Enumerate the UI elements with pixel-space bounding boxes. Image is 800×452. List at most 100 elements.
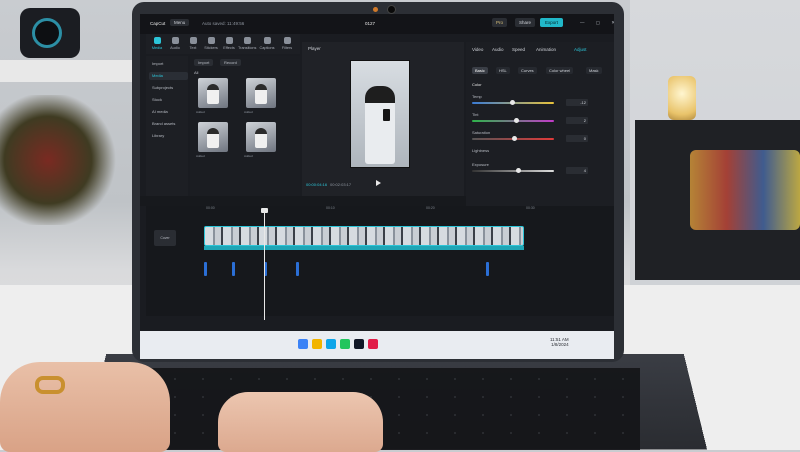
windows-taskbar: 11:51 AM 1/8/2024 <box>140 331 614 359</box>
sidebar-item-subprojects[interactable]: Subprojects <box>149 84 188 92</box>
subtab-mask[interactable]: Mask <box>586 67 602 74</box>
thumbnail-subject <box>255 84 267 104</box>
tool-media[interactable]: Media <box>148 37 166 53</box>
ruler-tick: 00:10 <box>326 206 335 210</box>
subtab-basic[interactable]: Basic <box>472 67 488 74</box>
record-button[interactable]: Record <box>220 59 241 66</box>
camera-led <box>373 7 378 12</box>
window-controls[interactable]: — ▢ ✕ <box>580 20 614 26</box>
media-thumbnail[interactable] <box>246 122 276 152</box>
start-icon[interactable] <box>298 339 308 349</box>
pro-button[interactable]: Pro <box>492 18 508 27</box>
subtab-color-wheel[interactable]: Color wheel <box>546 67 574 74</box>
filters-icon <box>283 37 291 44</box>
left-hand <box>0 362 170 452</box>
temp-value[interactable]: -12 <box>566 99 588 106</box>
app-name: CapCut <box>150 21 166 26</box>
tint-slider[interactable] <box>472 118 554 123</box>
tool-text[interactable]: Text <box>184 37 202 53</box>
play-icon[interactable] <box>376 180 381 186</box>
slider-knob[interactable] <box>516 168 521 173</box>
media-sidebar: Import Media Subprojects Stock AI media … <box>146 56 188 196</box>
thumbnail-caption: Added <box>196 110 205 114</box>
tool-filters[interactable]: Filters <box>278 37 296 53</box>
tint-value[interactable]: 2 <box>566 117 588 124</box>
browser-icon[interactable] <box>326 339 336 349</box>
sidebar-item-ai-media[interactable]: AI media <box>149 108 188 116</box>
video-preview[interactable] <box>350 60 410 168</box>
sidebar-item-media[interactable]: Media <box>149 72 188 80</box>
exposure-value[interactable]: 4 <box>566 167 588 174</box>
audio-clip[interactable] <box>204 262 207 276</box>
lightness-label: Lightness <box>472 148 490 153</box>
ruler-tick: 00:30 <box>526 206 535 210</box>
tool-transitions[interactable]: Transitions <box>238 37 256 53</box>
audio-clip[interactable] <box>296 262 299 276</box>
clock-date: 1/8/2024 <box>551 342 569 347</box>
export-button[interactable]: Export <box>540 18 564 27</box>
slider-knob[interactable] <box>514 118 519 123</box>
timeline-ruler[interactable]: 00:00 00:10 00:20 00:30 <box>186 206 606 214</box>
store-icon[interactable] <box>340 339 350 349</box>
sticker-icon <box>207 37 215 44</box>
playhead[interactable] <box>264 210 265 320</box>
speaker-ring <box>32 18 62 48</box>
project-name: 0127 <box>365 21 376 26</box>
sidebar-item-brand-assets[interactable]: Brand assets <box>149 120 188 128</box>
autosave-status: Auto saved: 11:49:56 <box>202 21 245 26</box>
sidebar-item-library[interactable]: Library <box>149 132 188 140</box>
filter-all[interactable]: All <box>194 70 198 75</box>
current-timecode: 00:00:04:16 <box>306 182 328 187</box>
tool-effects[interactable]: Effects <box>220 37 238 53</box>
thumbnail-subject <box>207 84 219 104</box>
temp-label: Temp <box>472 94 482 99</box>
capcut-icon[interactable] <box>354 339 364 349</box>
media-thumbnail[interactable] <box>198 78 228 108</box>
temp-slider[interactable] <box>472 100 554 105</box>
slider-knob[interactable] <box>512 136 517 141</box>
thumbnail-subject <box>207 128 219 148</box>
media-thumbnail[interactable] <box>198 122 228 152</box>
tab-video[interactable]: Video <box>472 47 483 52</box>
ruler-tick: 00:20 <box>426 206 435 210</box>
slider-knob[interactable] <box>510 100 515 105</box>
gold-ring <box>35 376 65 394</box>
subtab-hsl[interactable]: HSL <box>496 67 510 74</box>
tool-label: Text <box>189 46 197 50</box>
import-button[interactable]: Import <box>194 59 214 66</box>
webcam <box>387 5 396 14</box>
tab-speed[interactable]: Speed <box>512 47 525 52</box>
tab-adjust[interactable]: Adjust <box>574 47 587 52</box>
saturation-label: Saturation <box>472 130 491 135</box>
sidebar-item-import[interactable]: Import <box>149 60 188 68</box>
folder-icon[interactable] <box>312 339 322 349</box>
tool-captions[interactable]: Captions <box>258 37 276 53</box>
tool-stickers[interactable]: Stickers <box>202 37 220 53</box>
sidebar-item-stock[interactable]: Stock <box>149 96 188 104</box>
share-button[interactable]: Share <box>515 18 536 27</box>
phone-in-hand <box>383 109 390 121</box>
tool-audio[interactable]: Audio <box>166 37 184 53</box>
audio-clip[interactable] <box>232 262 235 276</box>
menu-button[interactable]: Menu <box>170 19 190 26</box>
media-thumbnail[interactable] <box>246 78 276 108</box>
cover-button[interactable]: Cover <box>154 230 176 246</box>
tab-audio[interactable]: Audio <box>492 47 504 52</box>
tool-strip: Media Audio Text Stickers Effects Transi… <box>146 34 300 54</box>
saturation-value[interactable]: 0 <box>566 135 588 142</box>
inspector-panel: Video Audio Speed Animation Adjust Basic… <box>466 42 614 219</box>
subtab-curves[interactable]: Curves <box>518 67 537 74</box>
laptop-screen: CapCut Menu Auto saved: 11:49:56 0127 Pr… <box>140 14 614 359</box>
saturation-slider[interactable] <box>472 136 554 141</box>
app-icon[interactable] <box>368 339 378 349</box>
audio-clip[interactable] <box>486 262 489 276</box>
tool-label: Transitions <box>238 46 257 50</box>
tool-label: Effects <box>223 46 235 50</box>
audio-icon <box>171 37 179 44</box>
tab-animation[interactable]: Animation <box>536 47 556 52</box>
timeline-panel: 00:00 00:10 00:20 00:30 Cover <box>146 206 614 320</box>
exposure-slider[interactable] <box>472 168 554 173</box>
captions-icon <box>263 37 271 44</box>
thumbnail-caption: Added <box>244 154 253 158</box>
video-track[interactable] <box>204 226 524 246</box>
